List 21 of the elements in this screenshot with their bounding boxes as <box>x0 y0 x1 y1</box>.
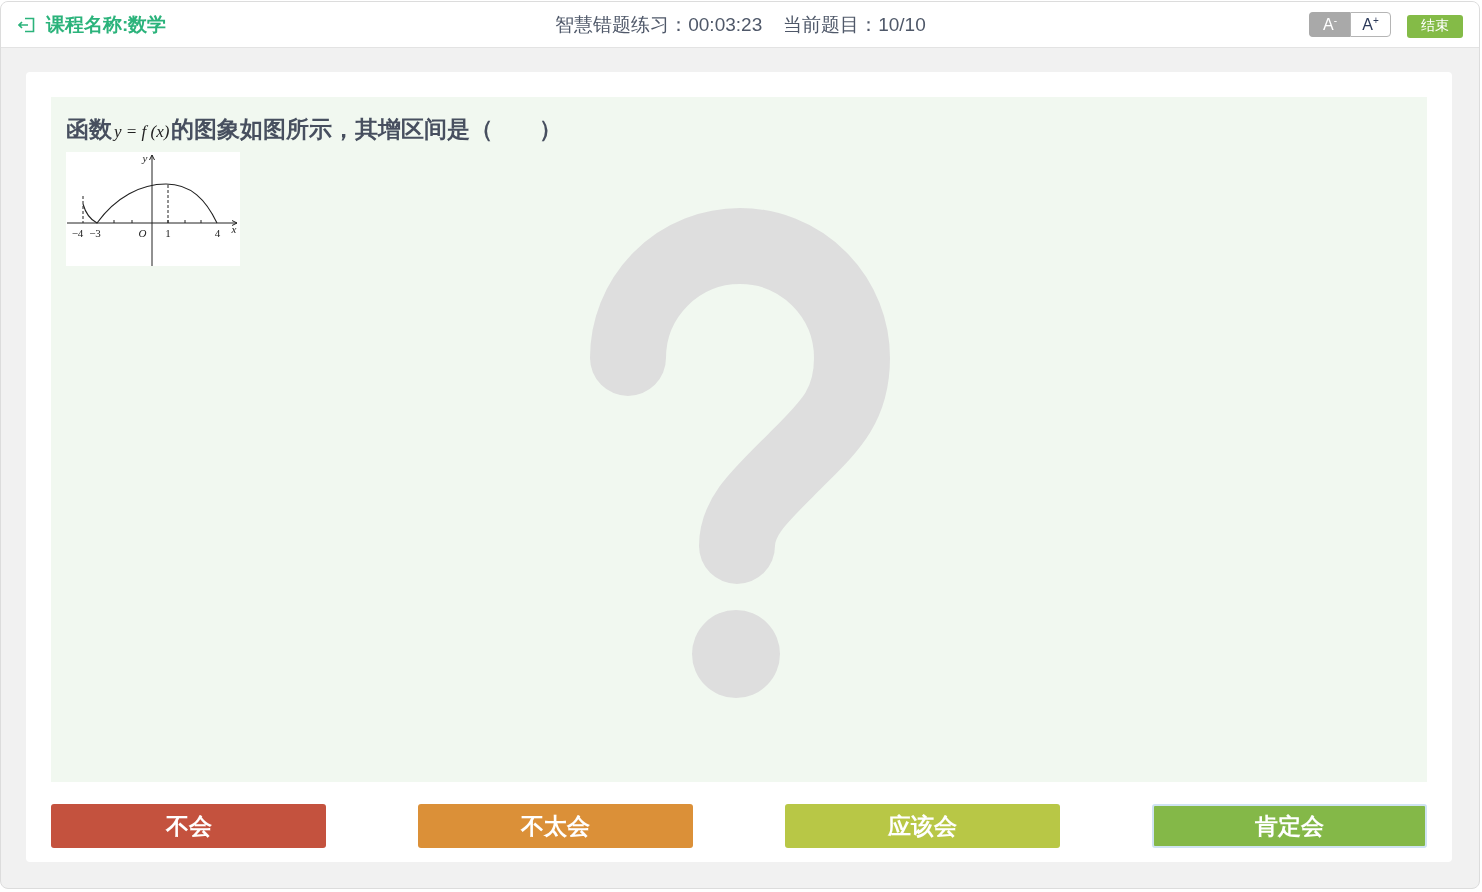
tick-label: 4 <box>214 227 221 239</box>
increase-font-button[interactable]: A$^{+}$ <box>1350 12 1391 37</box>
answer-button[interactable]: 不会 <box>51 804 326 848</box>
question-text: 函数y = f (x)的图象如图所示，其增区间是（ ） <box>66 115 564 144</box>
timer-value: 00:03:23 <box>688 13 763 36</box>
question-mark-icon <box>590 208 890 698</box>
answer-button[interactable]: 不太会 <box>418 804 693 848</box>
tick-label: −3 <box>89 227 101 239</box>
axis-label: x <box>231 223 237 235</box>
answer-button[interactable]: 肯定会 <box>1152 804 1427 848</box>
end-button[interactable]: 结束 <box>1407 14 1463 38</box>
question-counter-value: 10/10 <box>878 13 926 36</box>
timer-label: 智慧错题练习： <box>555 12 689 37</box>
answer-button[interactable]: 应该会 <box>785 804 1060 848</box>
tick-label: 1 <box>165 227 171 239</box>
question-counter-label: 当前题目： <box>783 12 879 37</box>
course-title: 课程名称:数学 <box>46 12 167 37</box>
origin-label: O <box>138 227 147 239</box>
axis-label: y <box>142 152 148 164</box>
exit-icon[interactable] <box>18 16 35 33</box>
tick-label: −4 <box>71 227 84 239</box>
